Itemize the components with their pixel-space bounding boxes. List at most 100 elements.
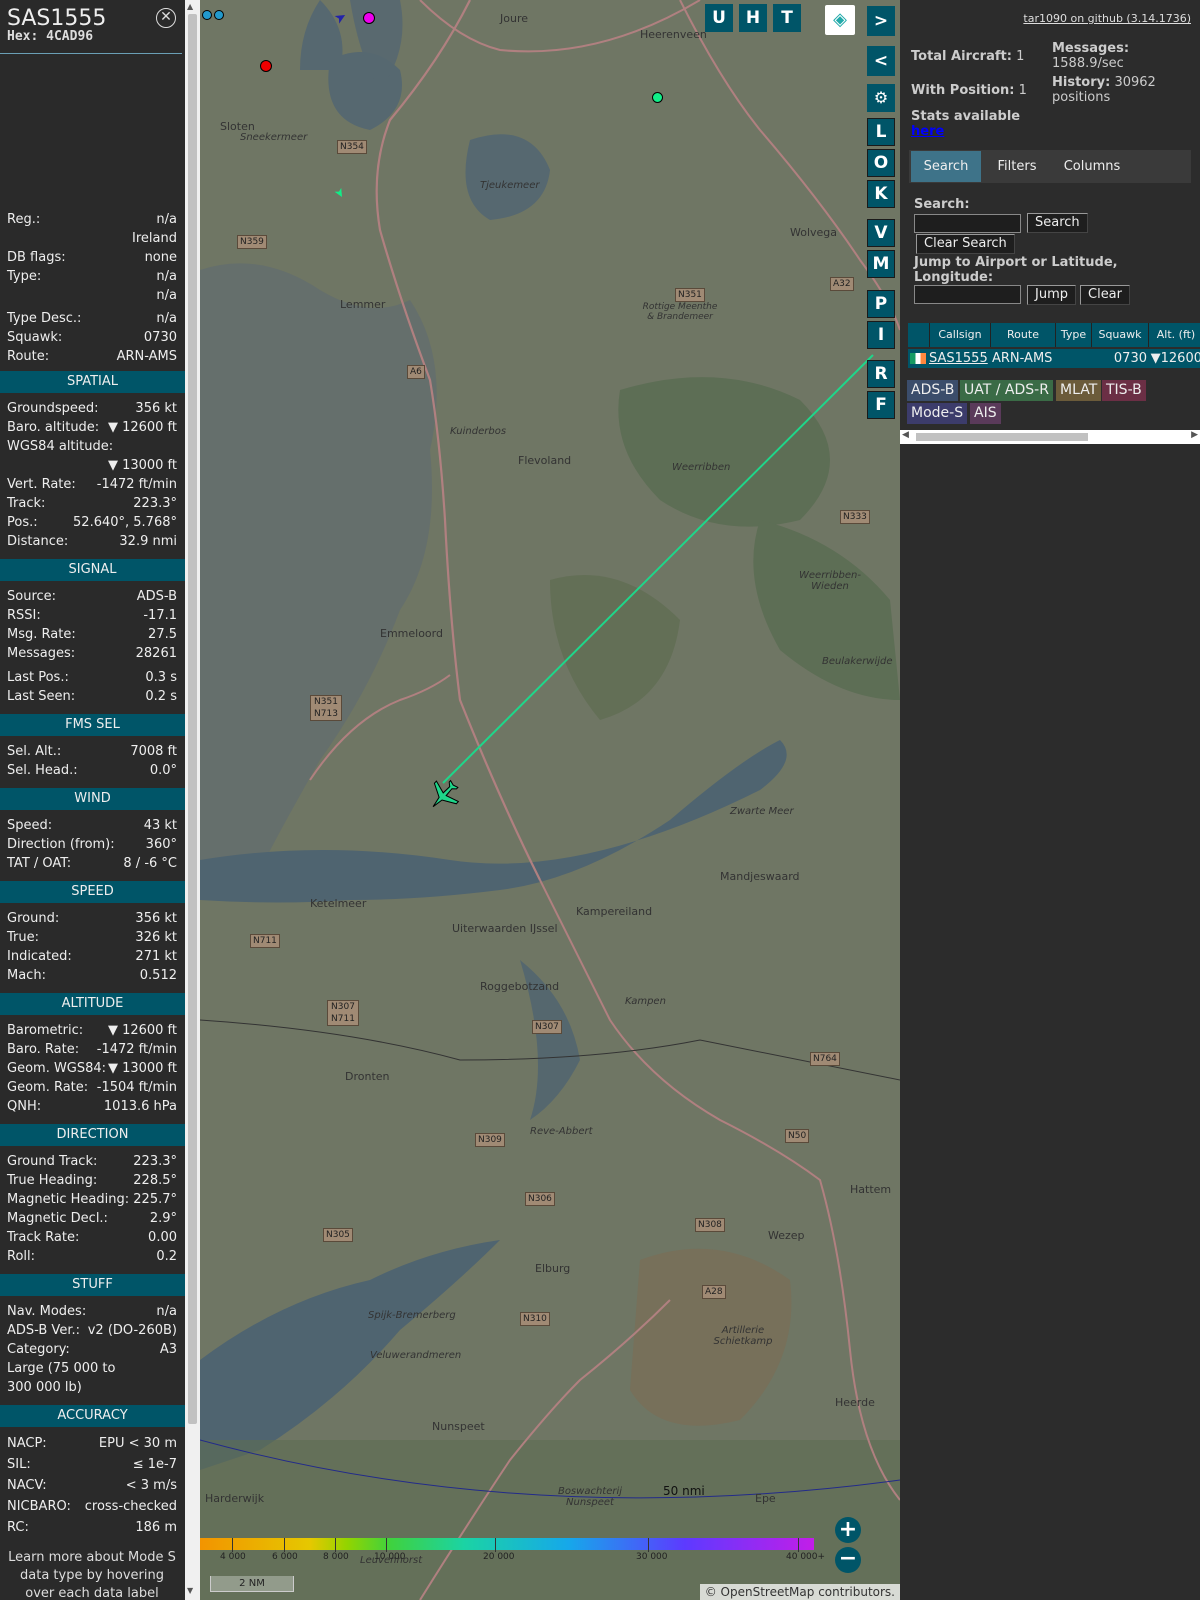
- zoom-in-button[interactable]: +: [835, 1517, 861, 1543]
- scroll-down-icon[interactable]: ▼: [187, 1586, 193, 1595]
- jump-input[interactable]: [914, 285, 1021, 304]
- map-toggle-f[interactable]: F: [867, 391, 895, 419]
- scroll-up-icon[interactable]: ▲: [187, 2, 193, 11]
- search-input[interactable]: [914, 214, 1021, 233]
- detail-value: n/a: [156, 1304, 177, 1319]
- aircraft-callsign: SAS1555: [7, 6, 107, 31]
- layers-icon[interactable]: ◈: [825, 5, 855, 35]
- road-label: N351: [675, 288, 705, 302]
- map-button-h[interactable]: H: [739, 4, 767, 32]
- jump-label: Jump to Airport or Latitude, Longitude:: [914, 255, 1118, 285]
- detail-value: 7008 ft: [130, 744, 177, 759]
- table-header-type[interactable]: Type: [1056, 323, 1092, 347]
- section-header-direction: DIRECTION: [0, 1124, 185, 1146]
- detail-row: Last Seen: 0.2 s: [0, 687, 185, 706]
- detail-label: Messages:: [7, 646, 76, 661]
- map-marker[interactable]: [363, 12, 375, 24]
- aircraft-icon[interactable]: [426, 777, 462, 813]
- tab-search[interactable]: Search: [911, 151, 981, 182]
- altitude-tick-label: 30 000: [636, 1552, 668, 1562]
- map-button-t[interactable]: T: [773, 4, 801, 32]
- detail-label: Vert. Rate:: [7, 477, 76, 492]
- details-sections: SPATIAL Groundspeed: 356 kt Baro. altitude:…: [0, 371, 185, 1541]
- table-hscrollbar[interactable]: ◀ ▶: [900, 430, 1200, 444]
- map-button-u[interactable]: U: [705, 4, 733, 32]
- detail-label: Msg. Rate:: [7, 627, 76, 642]
- map-place-label: Tjeukemeer: [480, 180, 540, 191]
- detail-row: Magnetic Decl.: 2.9°: [0, 1209, 185, 1228]
- road-label: N50: [785, 1129, 810, 1143]
- detail-value: 0.2 s: [145, 689, 177, 704]
- map-view[interactable]: Joure Heerenveen Sloten Sneekermeer Tjeukeme…: [200, 0, 900, 1600]
- tab-filters[interactable]: Filters: [984, 151, 1050, 182]
- range-ring-label: 50 nmi: [663, 1484, 705, 1498]
- scroll-right-icon[interactable]: ▶: [1191, 430, 1198, 440]
- map-toggle-i[interactable]: I: [867, 321, 895, 349]
- source-badge-ais[interactable]: AIS: [970, 403, 1001, 424]
- detail-value: 228.5°: [133, 1173, 177, 1188]
- detail-value: none: [144, 250, 177, 265]
- table-header-alt-ft[interactable]: Alt. (ft): [1149, 323, 1200, 347]
- map-place-label: Uiterwaarden IJssel: [452, 922, 558, 935]
- osm-link[interactable]: OpenStreetMap: [721, 1585, 815, 1599]
- zoom-out-button[interactable]: −: [835, 1547, 861, 1573]
- sidebar-scrollbar[interactable]: ▲ ▼: [185, 0, 200, 1600]
- source-badge-tis-b[interactable]: TIS-B: [1102, 380, 1146, 401]
- clear-search-button[interactable]: Clear Search: [916, 234, 1015, 254]
- detail-value: n/a: [156, 311, 177, 326]
- history-stat: History: 30962 positions: [1052, 75, 1156, 105]
- road-label: N305: [323, 1228, 353, 1242]
- detail-label: Distance:: [7, 534, 69, 549]
- detail-row: Messages: 28261: [0, 644, 185, 663]
- tab-columns[interactable]: Columns: [1052, 151, 1132, 182]
- close-icon[interactable]: ✕: [156, 8, 176, 28]
- jump-button[interactable]: Jump: [1027, 285, 1076, 305]
- map-toggle-k[interactable]: K: [867, 180, 895, 208]
- map-toggle-l[interactable]: L: [867, 118, 895, 146]
- scale-bar: 2 NM: [210, 1576, 294, 1592]
- source-badge-ads-b[interactable]: ADS-B: [907, 380, 959, 401]
- detail-label: True Heading:: [7, 1173, 98, 1188]
- settings-icon[interactable]: ⚙: [867, 84, 895, 112]
- map-marker[interactable]: [260, 60, 272, 72]
- github-link[interactable]: tar1090 on github (3.14.1736): [1023, 12, 1191, 25]
- altitude-tick-label: 40 000+: [786, 1552, 826, 1562]
- collapse-left-icon[interactable]: <: [867, 46, 895, 76]
- hscroll-thumb[interactable]: [916, 433, 1088, 441]
- search-button[interactable]: Search: [1027, 213, 1088, 233]
- source-badge-mlat[interactable]: MLAT: [1056, 380, 1102, 401]
- map-toggle-v[interactable]: V: [867, 219, 895, 247]
- map-marker[interactable]: [652, 92, 663, 103]
- map-toggle-p[interactable]: P: [867, 290, 895, 318]
- clear-button[interactable]: Clear: [1080, 285, 1130, 305]
- map-marker[interactable]: [202, 10, 212, 20]
- detail-label: Sel. Head.:: [7, 763, 78, 778]
- detail-label: Speed:: [7, 818, 53, 833]
- table-header-callsign[interactable]: Callsign: [930, 323, 991, 347]
- map-marker[interactable]: [214, 10, 224, 20]
- scroll-left-icon[interactable]: ◀: [902, 430, 909, 440]
- map-place-label: Ketelmeer: [310, 897, 367, 910]
- detail-value: < 3 m/s: [125, 1478, 177, 1493]
- map-toggle-o[interactable]: O: [867, 149, 895, 177]
- expand-right-icon[interactable]: >: [867, 6, 895, 36]
- detail-label: Geom. WGS84:: [7, 1061, 107, 1076]
- table-cell-callsign[interactable]: SAS1555: [929, 349, 990, 368]
- map-toggle-m[interactable]: M: [867, 250, 895, 278]
- table-header-squawk[interactable]: Squawk: [1092, 323, 1149, 347]
- detail-label: Roll:: [7, 1249, 36, 1264]
- map-place-label: Wolvega: [790, 226, 838, 239]
- map-toggle-r[interactable]: R: [867, 360, 895, 388]
- table-row[interactable]: SAS1555 ARN-AMS 0730 ▼12600: [908, 349, 1200, 368]
- stats-link[interactable]: here: [911, 124, 944, 139]
- road-label: N333: [840, 510, 870, 524]
- detail-label: Magnetic Decl.:: [7, 1211, 108, 1226]
- altitude-color-legend: [200, 1538, 814, 1550]
- source-badge-mode-s[interactable]: Mode-S: [907, 403, 968, 424]
- detail-label: QNH:: [7, 1099, 42, 1114]
- table-header-route[interactable]: Route: [991, 323, 1056, 347]
- source-badge-uat-ads-r[interactable]: UAT / ADS-R: [960, 380, 1053, 401]
- map-place-label: Artillerie Schietkamp: [713, 1325, 773, 1347]
- map-place-label: Heerenveen: [640, 28, 707, 41]
- scrollbar-thumb[interactable]: [188, 14, 197, 1424]
